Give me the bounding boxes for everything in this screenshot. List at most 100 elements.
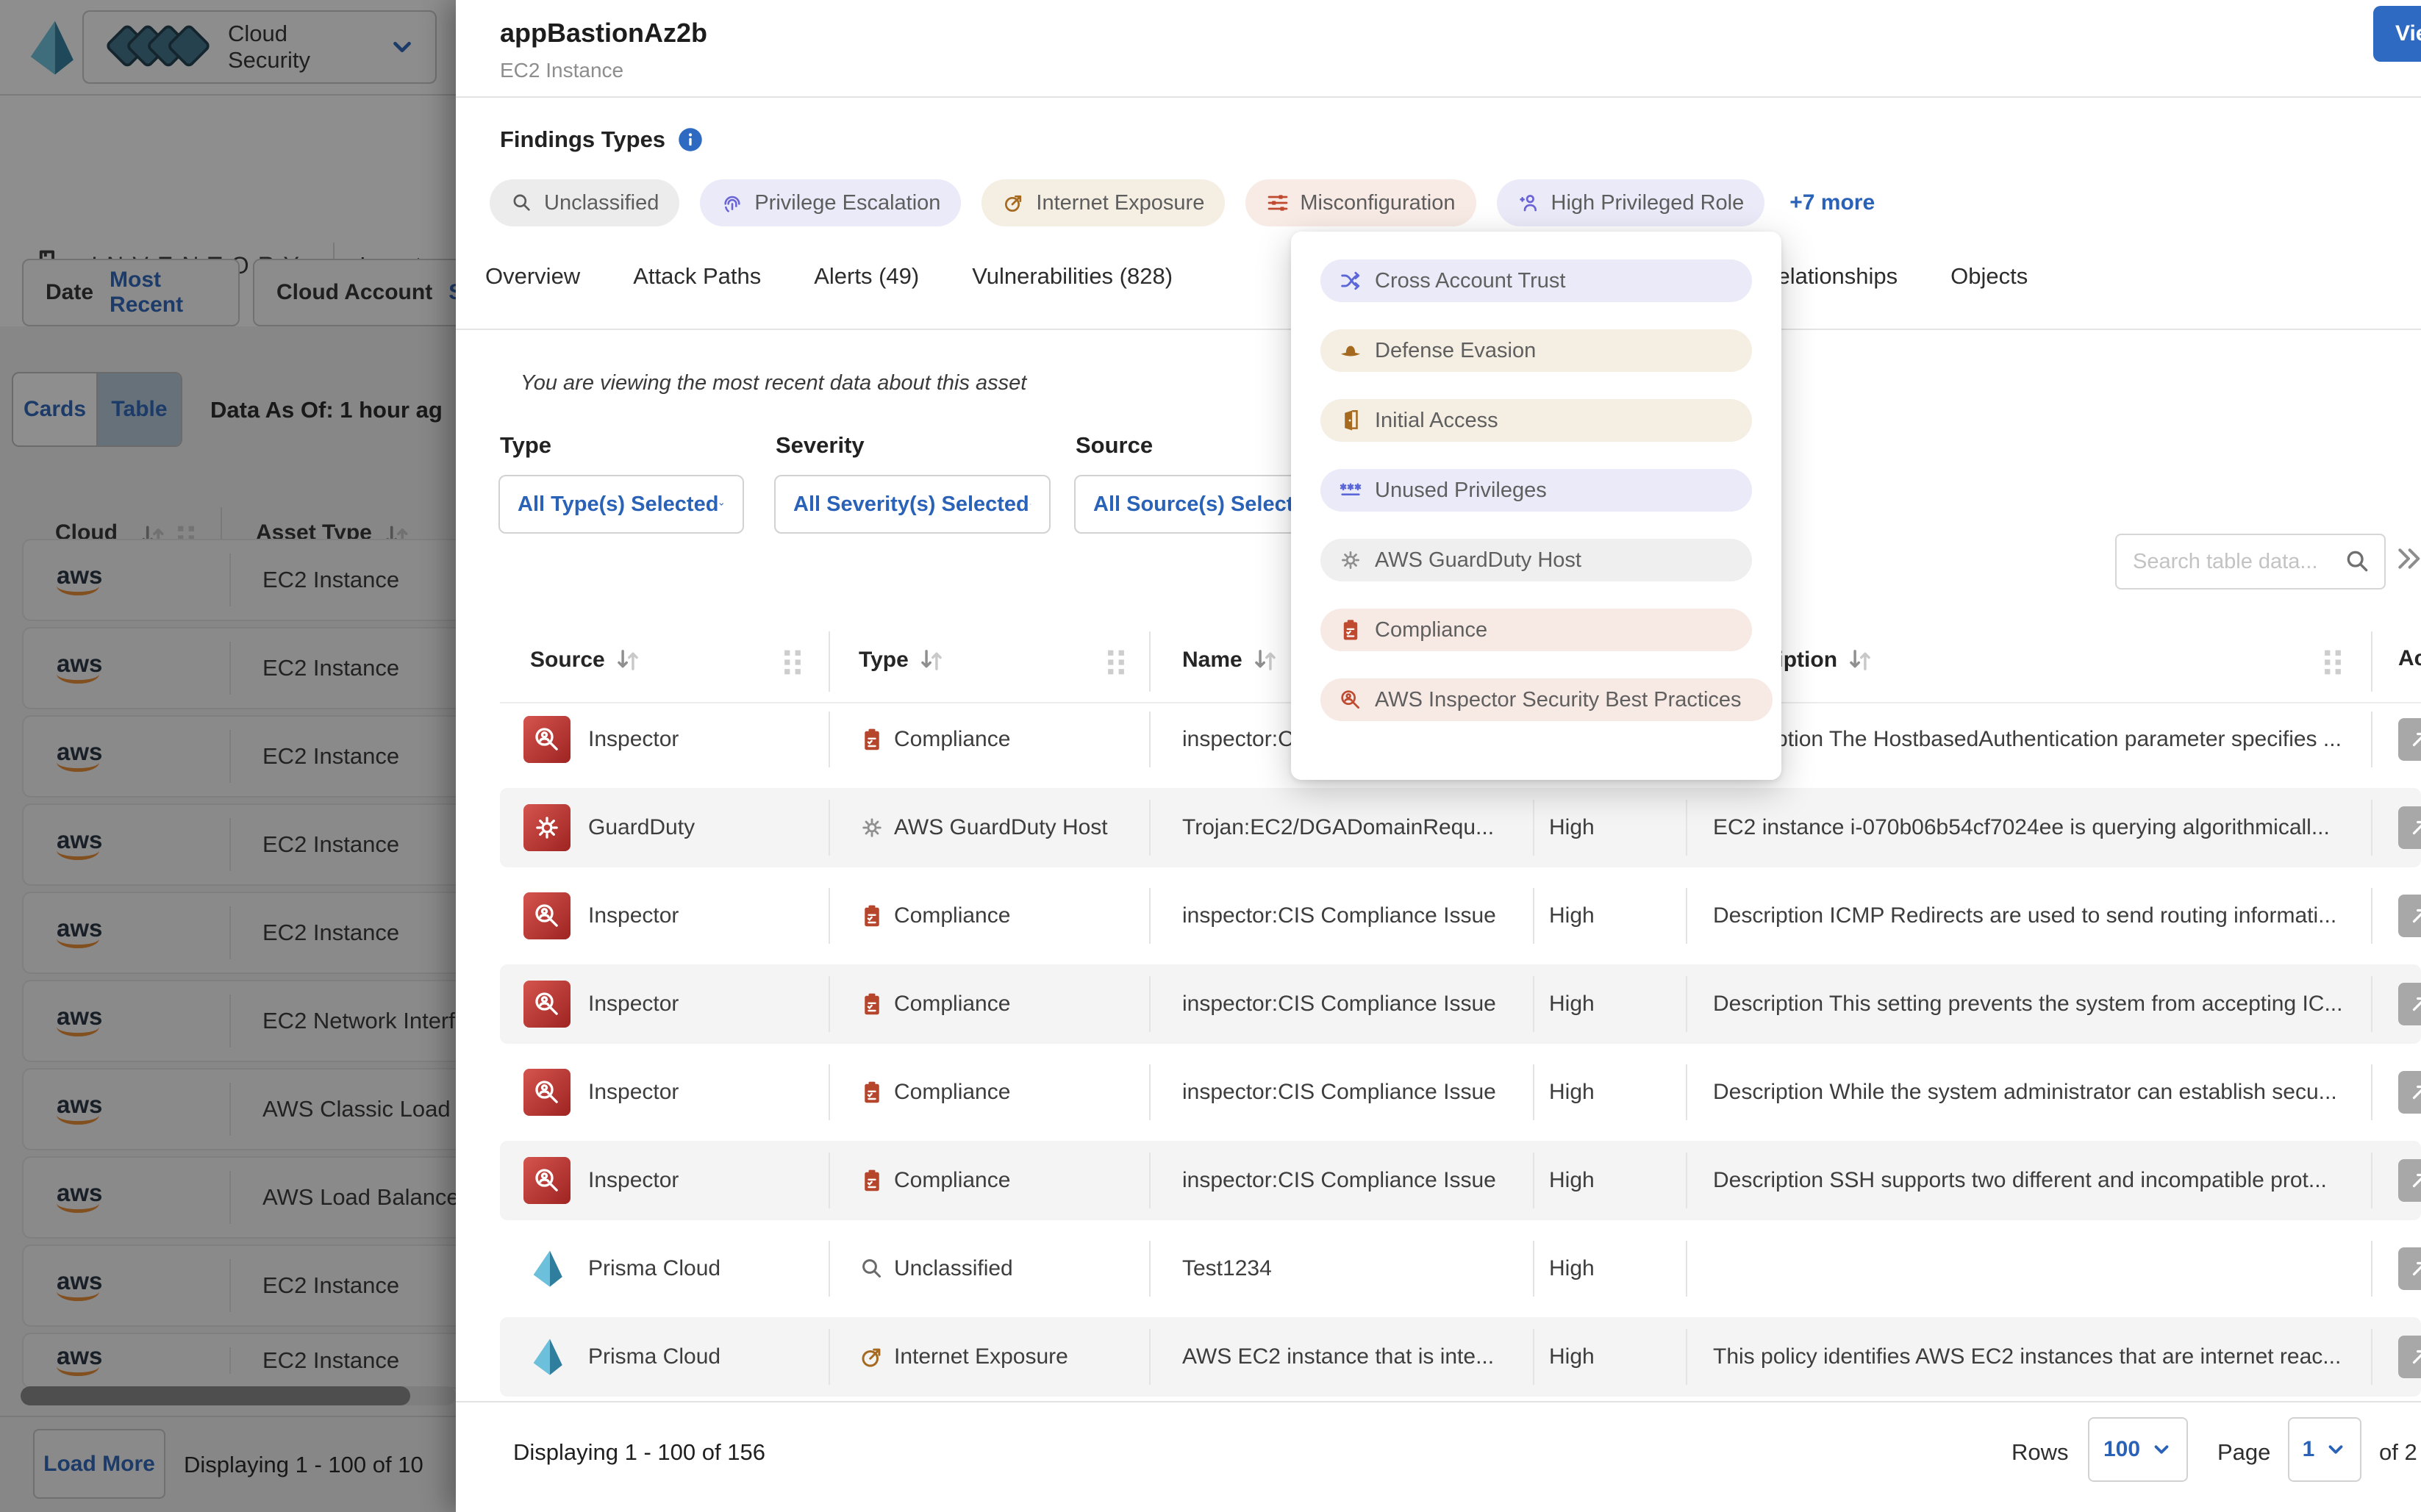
displaying-count: Displaying 1 - 100 of 156	[513, 1439, 765, 1466]
panel-tabs: Overview Attack Paths Alerts (49) Vulner…	[485, 263, 2028, 290]
source-cell: Prisma Cloud	[588, 1256, 720, 1281]
name-cell: Trojan:EC2/DGADomainRequ...	[1182, 815, 1494, 840]
chip-misconfiguration[interactable]: Misconfiguration	[1245, 179, 1476, 226]
finding-row[interactable]: Prisma Cloud Internet Exposure AWS EC2 i…	[500, 1317, 2421, 1397]
export-action-icon[interactable]	[2398, 1336, 2421, 1378]
export-action-icon[interactable]	[2398, 1159, 2421, 1202]
dropdown-item-defense-evasion[interactable]: Defense Evasion	[1320, 329, 1752, 372]
dropdown-item-aws-inspector-best-practices[interactable]: AWS Inspector Security Best Practices	[1320, 678, 1773, 721]
user-role-icon	[1517, 191, 1541, 215]
chip-internet-exposure[interactable]: Internet Exposure	[981, 179, 1225, 226]
page-label: Page	[2217, 1439, 2270, 1466]
table-search	[2115, 534, 2386, 590]
description-cell: Description This setting prevents the sy…	[1713, 992, 2342, 1017]
globe-arrow-icon	[1002, 191, 1026, 215]
sort-icon[interactable]	[1251, 646, 1279, 674]
more-chips-link[interactable]: +7 more	[1789, 190, 1875, 215]
inspector-badge-icon	[523, 716, 571, 763]
dropdown-item-aws-guardduty-host[interactable]: AWS GuardDuty Host	[1320, 539, 1752, 581]
dropdown-item-cross-account-trust[interactable]: Cross Account Trust	[1320, 259, 1752, 302]
magnifier-person-icon	[1338, 687, 1363, 712]
tab-overview[interactable]: Overview	[485, 263, 580, 290]
drag-handle-icon[interactable]	[1106, 648, 1126, 677]
chip-high-privileged-role[interactable]: High Privileged Role	[1497, 179, 1765, 226]
description-cell: Description The HostbasedAuthentication …	[1713, 727, 2342, 752]
source-cell: Prisma Cloud	[588, 1344, 720, 1369]
type-cell: Internet Exposure	[894, 1344, 1068, 1369]
description-cell: Description ICMP Redirects are used to s…	[1713, 903, 2336, 928]
view-button[interactable]: Vie	[2373, 6, 2421, 62]
inspector-badge-icon	[523, 892, 571, 939]
export-action-icon[interactable]	[2398, 1071, 2421, 1114]
export-action-icon[interactable]	[2398, 1247, 2421, 1290]
severity-cell: High	[1549, 1080, 1595, 1105]
description-cell: EC2 instance i-070b06b54cf7024ee is quer…	[1713, 815, 2330, 840]
export-action-icon[interactable]	[2398, 983, 2421, 1025]
tab-vulnerabilities[interactable]: Vulnerabilities (828)	[972, 263, 1173, 290]
severity-filter-select[interactable]: All Severity(s) Selected	[774, 475, 1051, 534]
type-filter-label: Type	[500, 432, 551, 459]
tab-objects[interactable]: Objects	[1950, 263, 2028, 290]
globe-arrow-icon	[859, 1344, 885, 1370]
finding-row[interactable]: Inspector Compliance inspector:CIS Compl…	[500, 1141, 2421, 1220]
type-cell: AWS GuardDuty Host	[894, 815, 1108, 840]
finding-row[interactable]: Inspector Compliance inspector:CIS Compl…	[500, 1053, 2421, 1132]
rows-per-page-select[interactable]: 100	[2088, 1417, 2188, 1482]
findings-types-label: Findings Types	[500, 126, 704, 153]
inspector-badge-icon	[523, 1157, 571, 1204]
modal-dim-overlay[interactable]	[0, 0, 456, 1512]
drag-handle-icon[interactable]	[783, 648, 802, 677]
page-total-label: of 2	[2379, 1439, 2417, 1466]
chip-privilege-escalation[interactable]: Privilege Escalation	[700, 179, 961, 226]
search-icon[interactable]	[2343, 547, 2372, 576]
column-header-name[interactable]: Name	[1182, 646, 1279, 674]
source-cell: Inspector	[588, 727, 679, 752]
source-cell: Inspector	[588, 903, 679, 928]
description-cell: Description SSH supports two different a…	[1713, 1168, 2327, 1193]
fingerprint-icon	[720, 191, 744, 215]
type-filter-select[interactable]: All Type(s) Selected	[498, 475, 744, 534]
page-select[interactable]: 1	[2288, 1417, 2361, 1482]
info-icon[interactable]	[677, 126, 704, 153]
export-action-icon[interactable]	[2398, 806, 2421, 849]
expand-table-icon[interactable]	[2394, 544, 2421, 573]
name-cell: inspector:CIS Compliance Issue	[1182, 992, 1496, 1017]
type-cell: Compliance	[894, 903, 1010, 928]
column-header-actions[interactable]: Actions	[2398, 646, 2421, 671]
severity-cell: High	[1549, 1256, 1595, 1281]
column-header-type[interactable]: Type	[859, 646, 945, 674]
drag-handle-icon[interactable]	[2323, 648, 2342, 677]
tab-alerts[interactable]: Alerts (49)	[814, 263, 919, 290]
rows-label: Rows	[2011, 1439, 2069, 1466]
column-header-source[interactable]: Source	[530, 646, 642, 674]
finding-row[interactable]: Prisma Cloud Unclassified Test1234 High	[500, 1229, 2421, 1308]
export-action-icon[interactable]	[2398, 718, 2421, 761]
sort-icon[interactable]	[1846, 646, 1874, 674]
severity-cell: High	[1549, 1344, 1595, 1369]
sort-icon[interactable]	[614, 646, 642, 674]
chevron-down-icon	[718, 492, 725, 516]
type-cell: Compliance	[894, 727, 1010, 752]
sort-icon[interactable]	[918, 646, 945, 674]
finding-row[interactable]: GuardDuty AWS GuardDuty Host Trojan:EC2/…	[500, 788, 2421, 867]
finding-row[interactable]: Inspector Compliance inspector:CIS Compl…	[500, 876, 2421, 956]
type-cell: Compliance	[894, 992, 1010, 1017]
dropdown-item-initial-access[interactable]: Initial Access	[1320, 399, 1752, 442]
chip-unclassified[interactable]: Unclassified	[490, 179, 679, 226]
dropdown-item-unused-privileges[interactable]: Unused Privileges	[1320, 469, 1752, 512]
name-cell: AWS EC2 instance that is inte...	[1182, 1344, 1494, 1369]
name-cell: inspector:CIS Compliance Issue	[1182, 1080, 1496, 1105]
export-action-icon[interactable]	[2398, 895, 2421, 937]
column-divider	[2371, 631, 2372, 692]
prisma-cloud-icon	[523, 1333, 571, 1380]
inspector-badge-icon	[523, 981, 571, 1028]
clipboard-check-icon	[859, 1079, 885, 1106]
chevron-down-icon	[2325, 1438, 2347, 1461]
asset-title: appBastionAz2b	[500, 18, 707, 49]
chevron-down-icon	[2150, 1438, 2173, 1461]
tab-attack-paths[interactable]: Attack Paths	[633, 263, 761, 290]
finding-row[interactable]: Inspector Compliance inspector:CIS Compl…	[500, 964, 2421, 1044]
dropdown-item-compliance[interactable]: Compliance	[1320, 609, 1752, 651]
clipboard-check-icon	[1338, 617, 1363, 642]
severity-cell: High	[1549, 992, 1595, 1017]
